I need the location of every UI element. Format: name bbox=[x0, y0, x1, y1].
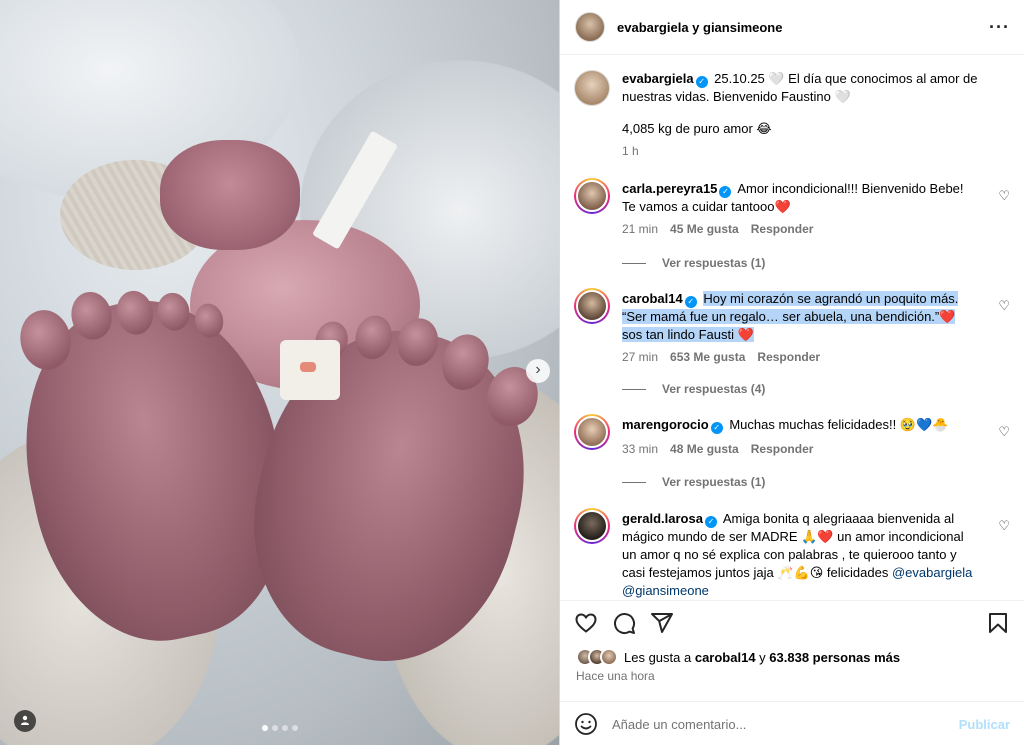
caption-avatar[interactable] bbox=[574, 70, 610, 106]
comment-avatar[interactable] bbox=[574, 288, 610, 324]
replies-divider bbox=[622, 262, 646, 264]
comment-time[interactable]: 27 min bbox=[622, 350, 658, 364]
comment-likes[interactable]: 653 Me gusta bbox=[670, 350, 745, 364]
caption-text: nuestras vidas. Bienvenido Faustino 🤍 bbox=[622, 89, 851, 104]
verified-badge-icon: ✓ bbox=[719, 186, 732, 198]
comment-username[interactable]: carla.pereyra15 bbox=[622, 181, 717, 196]
emoji-icon[interactable] bbox=[574, 712, 598, 736]
comment-text: Hoy mi corazón se agrandó un poquito más… bbox=[703, 291, 959, 306]
comment-input[interactable]: Añade un comentario... bbox=[612, 717, 959, 732]
comment-username[interactable]: carobal14 bbox=[622, 291, 683, 306]
likes-summary[interactable]: Les gusta a carobal14 y 63.838 personas … bbox=[576, 648, 900, 666]
view-replies-label: Ver respuestas (1) bbox=[662, 256, 766, 270]
post-authors[interactable]: evabargiela y giansimeone bbox=[617, 20, 989, 35]
post-header: evabargiela y giansimeone ··· bbox=[560, 0, 1024, 55]
chevron-right-icon: › bbox=[535, 361, 541, 378]
more-horizontal-icon[interactable]: ··· bbox=[989, 17, 1010, 38]
verified-badge-icon: ✓ bbox=[684, 296, 697, 308]
carousel-dot bbox=[272, 725, 278, 731]
user-icon bbox=[21, 715, 29, 725]
verified-badge-icon: ✓ bbox=[695, 76, 708, 88]
comment-likes[interactable]: 48 Me gusta bbox=[670, 442, 739, 456]
comment-text: Muchas muchas felicidades!! 🥹💙🐣 bbox=[729, 417, 949, 432]
carousel-next-button[interactable]: › bbox=[526, 359, 550, 383]
comment-icon[interactable] bbox=[612, 611, 636, 635]
comment-item: carla.pereyra15 ✓ Amor incondicional!!! B… bbox=[574, 178, 1010, 278]
likes-and: y bbox=[759, 649, 766, 665]
comment-avatar[interactable] bbox=[574, 508, 610, 544]
post-photo[interactable]: › bbox=[0, 0, 559, 745]
post-side-panel: evabargiela y giansimeone ··· evabargiel… bbox=[559, 0, 1024, 745]
share-icon[interactable] bbox=[650, 611, 674, 635]
reply-button[interactable]: Responder bbox=[751, 222, 814, 236]
photo-baby-hand bbox=[160, 140, 300, 250]
likes-count[interactable]: 63.838 personas más bbox=[769, 650, 900, 665]
comment-text: mágico mundo de ser MADRE 🙏❤️ un amor in… bbox=[622, 529, 964, 544]
comment-text: Te vamos a cuidar tantooo❤️ bbox=[622, 199, 791, 214]
publish-button[interactable]: Publicar bbox=[959, 717, 1010, 732]
add-comment-bar: Añade un comentario... Publicar bbox=[560, 701, 1024, 745]
comment-likes[interactable]: 45 Me gusta bbox=[670, 222, 739, 236]
comment-text: sos tan lindo Fausti ❤️ bbox=[622, 327, 754, 342]
comment-like-icon[interactable]: ♡ bbox=[998, 188, 1010, 204]
post-time[interactable]: Hace una hora bbox=[576, 669, 655, 683]
comment-avatar[interactable] bbox=[574, 414, 610, 450]
caption-text: 4,085 kg de puro amor 😂 bbox=[622, 121, 772, 136]
carousel-indicator bbox=[262, 725, 298, 731]
carousel-dot bbox=[282, 725, 288, 731]
bookmark-icon[interactable] bbox=[986, 611, 1010, 635]
comment-like-icon[interactable]: ♡ bbox=[998, 518, 1010, 534]
comment-item: carobal14 ✓ Hoy mi corazón se agrandó un … bbox=[574, 288, 1010, 408]
comment-text: Amiga bonita q alegriaaaa bienvenida al bbox=[722, 511, 955, 526]
likes-prefix: Les gusta a bbox=[624, 649, 692, 665]
post-caption: evabargiela ✓ 25.10.25 🤍 El día que conoc… bbox=[574, 70, 1010, 170]
post-actions: Les gusta a carobal14 y 63.838 personas … bbox=[560, 600, 1024, 745]
comment-username[interactable]: gerald.larosa bbox=[622, 511, 703, 526]
comment-text: Amor incondicional!!! Bienvenido Bebe! bbox=[737, 181, 964, 196]
comment-avatar[interactable] bbox=[574, 178, 610, 214]
tagged-users-button[interactable] bbox=[14, 710, 36, 732]
comment-item: gerald.larosa ✓ Amiga bonita q alegriaaaa… bbox=[574, 508, 1010, 600]
caption-text: 25.10.25 🤍 El día que conocimos al amor … bbox=[714, 71, 978, 86]
comment-username[interactable]: marengorocio bbox=[622, 417, 709, 432]
comment-time[interactable]: 21 min bbox=[622, 222, 658, 236]
reply-button[interactable]: Responder bbox=[757, 350, 820, 364]
carousel-dot bbox=[292, 725, 298, 731]
liker-avatar bbox=[600, 648, 618, 666]
author-avatar[interactable] bbox=[575, 12, 605, 42]
carousel-dot bbox=[262, 725, 268, 731]
comment-text: casi festejamos juntos jaja 🥂💪😘 felicida… bbox=[622, 565, 889, 580]
caption-time[interactable]: 1 h bbox=[622, 144, 639, 158]
view-replies-button[interactable]: Ver respuestas (1) bbox=[622, 475, 765, 489]
mention-link[interactable]: @evabargiela bbox=[892, 565, 972, 580]
view-replies-label: Ver respuestas (4) bbox=[662, 382, 766, 396]
replies-divider bbox=[622, 388, 646, 390]
caption-username[interactable]: evabargiela bbox=[622, 71, 694, 86]
comment-time[interactable]: 33 min bbox=[622, 442, 658, 456]
view-replies-label: Ver respuestas (1) bbox=[662, 475, 766, 489]
likes-user[interactable]: carobal14 bbox=[695, 650, 756, 665]
view-replies-button[interactable]: Ver respuestas (4) bbox=[622, 382, 765, 396]
heart-icon[interactable] bbox=[574, 611, 598, 635]
comment-text: un amor q no sé explica con palabras , t… bbox=[622, 547, 957, 562]
comment-item: marengorocio ✓ Muchas muchas felicidades!… bbox=[574, 414, 1010, 504]
photo-umbilical-clamp bbox=[280, 340, 340, 400]
mention-link[interactable]: @giansimeone bbox=[622, 583, 709, 598]
comment-like-icon[interactable]: ♡ bbox=[998, 424, 1010, 440]
view-replies-button[interactable]: Ver respuestas (1) bbox=[622, 256, 765, 270]
comments-list[interactable]: evabargiela ✓ 25.10.25 🤍 El día que conoc… bbox=[560, 56, 1024, 600]
reply-button[interactable]: Responder bbox=[751, 442, 814, 456]
comment-text: “Ser mamá fue un regalo… ser abuela, una… bbox=[622, 309, 956, 324]
comment-like-icon[interactable]: ♡ bbox=[998, 298, 1010, 314]
verified-badge-icon: ✓ bbox=[710, 422, 723, 434]
replies-divider bbox=[622, 481, 646, 483]
verified-badge-icon: ✓ bbox=[704, 516, 717, 528]
